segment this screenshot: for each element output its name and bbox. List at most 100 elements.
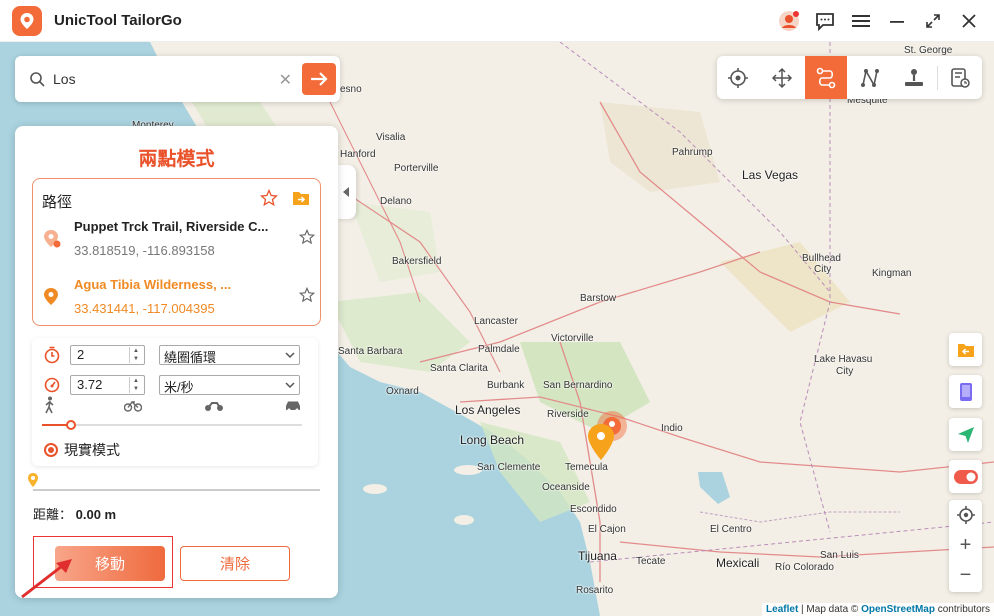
close-icon[interactable] [958,10,980,32]
zoom-controls: + − [949,500,982,592]
multi-spot-mode-button[interactable] [849,56,891,99]
restore-icon[interactable] [922,10,944,32]
speed-unit-select[interactable]: 米/秒 [159,375,300,395]
history-button[interactable] [939,56,981,99]
search-go-button[interactable] [302,63,336,95]
import-gpx-button[interactable] [949,333,982,366]
search-icon [29,71,45,87]
chevron-down-icon [285,348,295,363]
favorite-start-icon[interactable] [298,228,316,250]
send-location-button[interactable] [949,418,982,451]
map-label: El Centro [710,524,752,535]
map-label: Indio [661,423,683,434]
map-label: Tecate [636,556,666,567]
map-label: San Clemente [477,462,541,473]
map-label: Hanford [340,149,376,160]
end-point-name: Agua Tibia Wilderness, ... [74,277,232,292]
title-bar: UnicTool TailorGo [0,0,994,42]
arrow-right-icon [311,72,328,86]
bicycle-icon[interactable] [123,398,143,417]
destination-pin-icon[interactable] [587,423,615,466]
walk-icon[interactable] [44,396,56,419]
history-icon [951,67,970,88]
caret-left-icon [343,187,349,197]
favorite-route-icon[interactable] [259,188,279,212]
paper-plane-icon [957,426,974,443]
map-label: Burbank [487,380,525,391]
end-point-coord: 33.431441, -117.004395 [74,301,215,316]
map-label: Lancaster [474,316,518,327]
two-spot-panel: 兩點模式 路徑 Puppet Trck Trail, Riverside C..… [15,126,338,598]
times-spinner[interactable]: ▲ ▼ [129,347,142,363]
save-route-icon[interactable] [292,190,310,211]
joystick-mode-button[interactable] [761,56,803,99]
map-label: Pahrump [672,147,713,158]
speed-input[interactable]: 3.72 ▲ ▼ [70,375,145,395]
attribution-contrib: contributors [934,604,990,615]
map-label: Oceanside [542,482,590,493]
loop-mode-select[interactable]: 繞圈循環 [159,345,300,365]
menu-icon[interactable] [850,10,872,32]
speed-slider[interactable] [42,420,302,430]
attribution-text: | Map data © [798,604,862,615]
feedback-icon[interactable] [814,10,836,32]
app-title: UnicTool TailorGo [54,12,182,29]
two-spot-mode-button[interactable] [805,56,847,99]
osm-link[interactable]: OpenStreetMap [861,604,935,615]
device-button[interactable] [949,375,982,408]
leaflet-link[interactable]: Leaflet [766,604,798,615]
real-mode-label: 現實模式 [64,442,120,458]
real-mode-option[interactable]: 現實模式 [44,440,120,460]
times-input[interactable]: 2 ▲ ▼ [70,345,145,365]
move-arrows-icon [771,67,793,88]
clear-search-icon[interactable]: ✕ [279,70,292,90]
speed-slider-knob[interactable] [65,420,76,430]
car-icon[interactable] [284,399,302,417]
map-label: esno [340,84,362,95]
toolbar-divider [937,66,938,90]
map-label: Rosarito [576,585,614,596]
user-avatar-icon[interactable] [778,10,800,32]
map-label: City [836,366,854,377]
start-pin-icon [43,229,61,254]
panel-title: 兩點模式 [138,148,215,170]
map-label: San Luis [820,550,859,561]
search-input[interactable] [53,71,253,87]
locate-me-button[interactable] [949,500,982,530]
person-pin-icon [905,68,923,86]
zoom-out-button[interactable]: − [949,560,982,590]
map-label: City [814,264,832,275]
map-label: Porterville [394,163,439,174]
favorite-end-icon[interactable] [298,286,316,308]
jump-mode-button[interactable] [893,56,935,99]
map-label: Río Colorado [775,562,834,573]
end-pin-icon [43,287,59,312]
zoom-in-button[interactable]: + [949,530,982,560]
distance-label: 距離： [33,507,73,522]
phone-icon [959,382,972,401]
minimize-icon[interactable] [886,10,908,32]
map-label: Bakersfield [392,256,442,267]
map-label: Long Beach [460,433,525,447]
map-label: Riverside [547,409,589,420]
speed-spinner[interactable]: ▲ ▼ [129,377,142,393]
map-label: Victorville [551,333,594,344]
annotation-arrow-icon [21,559,72,599]
clear-button[interactable]: 清除 [180,546,290,581]
map-label: Bullhead [802,253,841,264]
movement-settings: 2 ▲ ▼ 繞圈循環 3.72 ▲ ▼ 米/秒 現實模式 [32,338,318,466]
collapse-panel-button[interactable] [336,165,356,219]
toggle-button[interactable] [949,460,982,493]
toggle-icon [953,469,978,484]
motorcycle-icon[interactable] [204,399,224,417]
map-attribution: Leaflet | Map data © OpenStreetMap contr… [762,603,994,616]
mode-toolbar [717,56,982,99]
locate-icon [956,506,975,524]
map-label: Barstow [580,293,617,304]
map-label: Santa Barbara [338,346,403,357]
real-mode-radio[interactable] [44,443,58,457]
route-box: 路徑 Puppet Trck Trail, Riverside C... 33.… [32,178,321,326]
app-logo-icon [12,5,42,36]
map-label: El Cajon [588,524,626,535]
teleport-mode-button[interactable] [717,56,759,99]
